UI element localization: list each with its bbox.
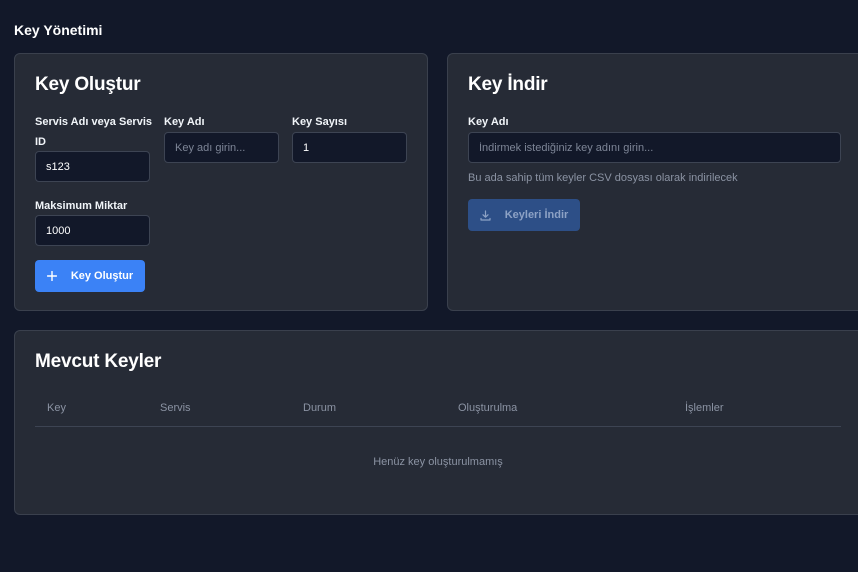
download-keys-button-label: Keyleri İndir — [504, 209, 569, 221]
download-icon — [480, 209, 491, 221]
max-amount-label: Maksimum Miktar — [35, 200, 128, 212]
existing-keys-card: Mevcut Keyler Key Servis Durum Oluşturul… — [14, 330, 858, 515]
column-header-status: Durum — [303, 402, 337, 414]
max-amount-input[interactable] — [35, 215, 150, 246]
empty-state-text: Henüz key oluşturulmamış — [373, 456, 503, 468]
table-divider — [35, 426, 841, 427]
download-key-card: Key İndir Key Adı Bu ada sahip tüm keyle… — [447, 53, 858, 311]
download-key-name-input[interactable] — [468, 132, 841, 163]
service-label: Servis Adı veya Servis ID — [35, 116, 153, 148]
page-title: Key Yönetimi — [14, 22, 103, 38]
service-input[interactable] — [35, 151, 150, 182]
download-key-title: Key İndir — [468, 74, 548, 95]
plus-icon — [46, 271, 57, 281]
download-keys-button[interactable]: Keyleri İndir — [468, 199, 580, 231]
download-hint: Bu ada sahip tüm keyler CSV dosyası olar… — [468, 172, 738, 184]
key-count-label: Key Sayısı — [292, 116, 348, 128]
create-key-button[interactable]: Key Oluştur — [35, 260, 145, 292]
create-key-button-label: Key Oluştur — [70, 270, 134, 282]
column-header-actions: İşlemler — [685, 402, 724, 414]
key-name-label: Key Adı — [164, 116, 205, 128]
create-key-title: Key Oluştur — [35, 74, 141, 95]
column-header-service: Servis — [160, 402, 191, 414]
column-header-key: Key — [47, 402, 66, 414]
download-key-name-label: Key Adı — [468, 116, 509, 128]
existing-keys-title: Mevcut Keyler — [35, 351, 162, 372]
create-key-card: Key Oluştur Servis Adı veya Servis ID Ke… — [14, 53, 428, 311]
key-count-input[interactable] — [292, 132, 407, 163]
key-name-input[interactable] — [164, 132, 279, 163]
column-header-created: Oluşturulma — [458, 402, 518, 414]
